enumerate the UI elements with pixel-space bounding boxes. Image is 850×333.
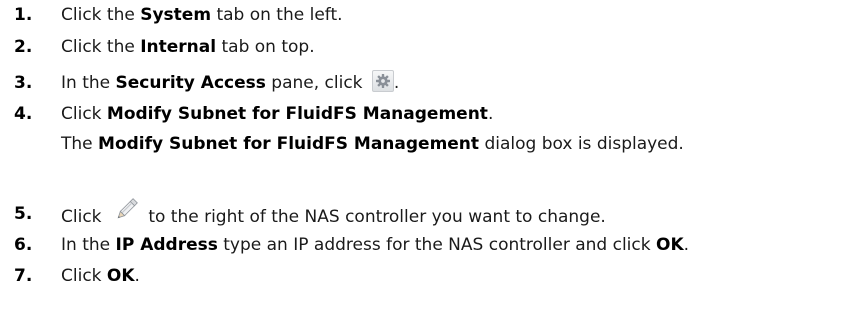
step-2: 2. Click the Internal tab on top. [0,33,850,61]
step-number: 1. [14,5,33,25]
step-text: Click OK. [61,266,140,286]
step-number: 3. [14,73,33,93]
step-text: In the IP Address type an IP address for… [61,235,690,255]
step-1: 1. Click the System tab on the left. [0,1,850,29]
ui-term: Internal [140,37,217,57]
step-text: Click to the right of the NAS controller… [61,198,606,231]
step-number: 4. [14,104,33,124]
step-number: 5. [14,204,33,224]
step-text: In the Security Access pane, click . [61,69,399,97]
ui-term: IP Address [115,235,218,255]
step-number: 7. [14,266,33,286]
ui-term: OK [656,235,684,255]
ui-term: OK [106,266,135,286]
ui-term: Security Access [115,73,266,93]
settings-gear-icon [371,70,394,92]
step-number: 6. [14,235,33,255]
ui-term: System [140,5,212,25]
step-result-text: The Modify Subnet for FluidFS Management… [61,134,684,154]
step-5: 5. Click to the right of the NAS control… [0,198,850,231]
step-4: 4. Click Modify Subnet for FluidFS Manag… [0,100,850,128]
step-4-result: The Modify Subnet for FluidFS Management… [0,130,850,158]
step-text: Click Modify Subnet for FluidFS Manageme… [61,104,494,124]
step-text: Click the System tab on the left. [61,5,343,25]
step-7: 7. Click OK. [0,262,850,290]
pencil-edit-icon [113,198,139,224]
step-3: 3. In the Security Access pane, click . [0,69,850,97]
ui-term: Modify Subnet for FluidFS Management [98,134,480,154]
ui-term: Modify Subnet for FluidFS Management [106,104,488,124]
instruction-steps: 1. Click the System tab on the left. 2. … [0,0,850,333]
step-6: 6. In the IP Address type an IP address … [0,231,850,259]
step-text: Click the Internal tab on top. [61,37,315,57]
step-number: 2. [14,37,33,57]
